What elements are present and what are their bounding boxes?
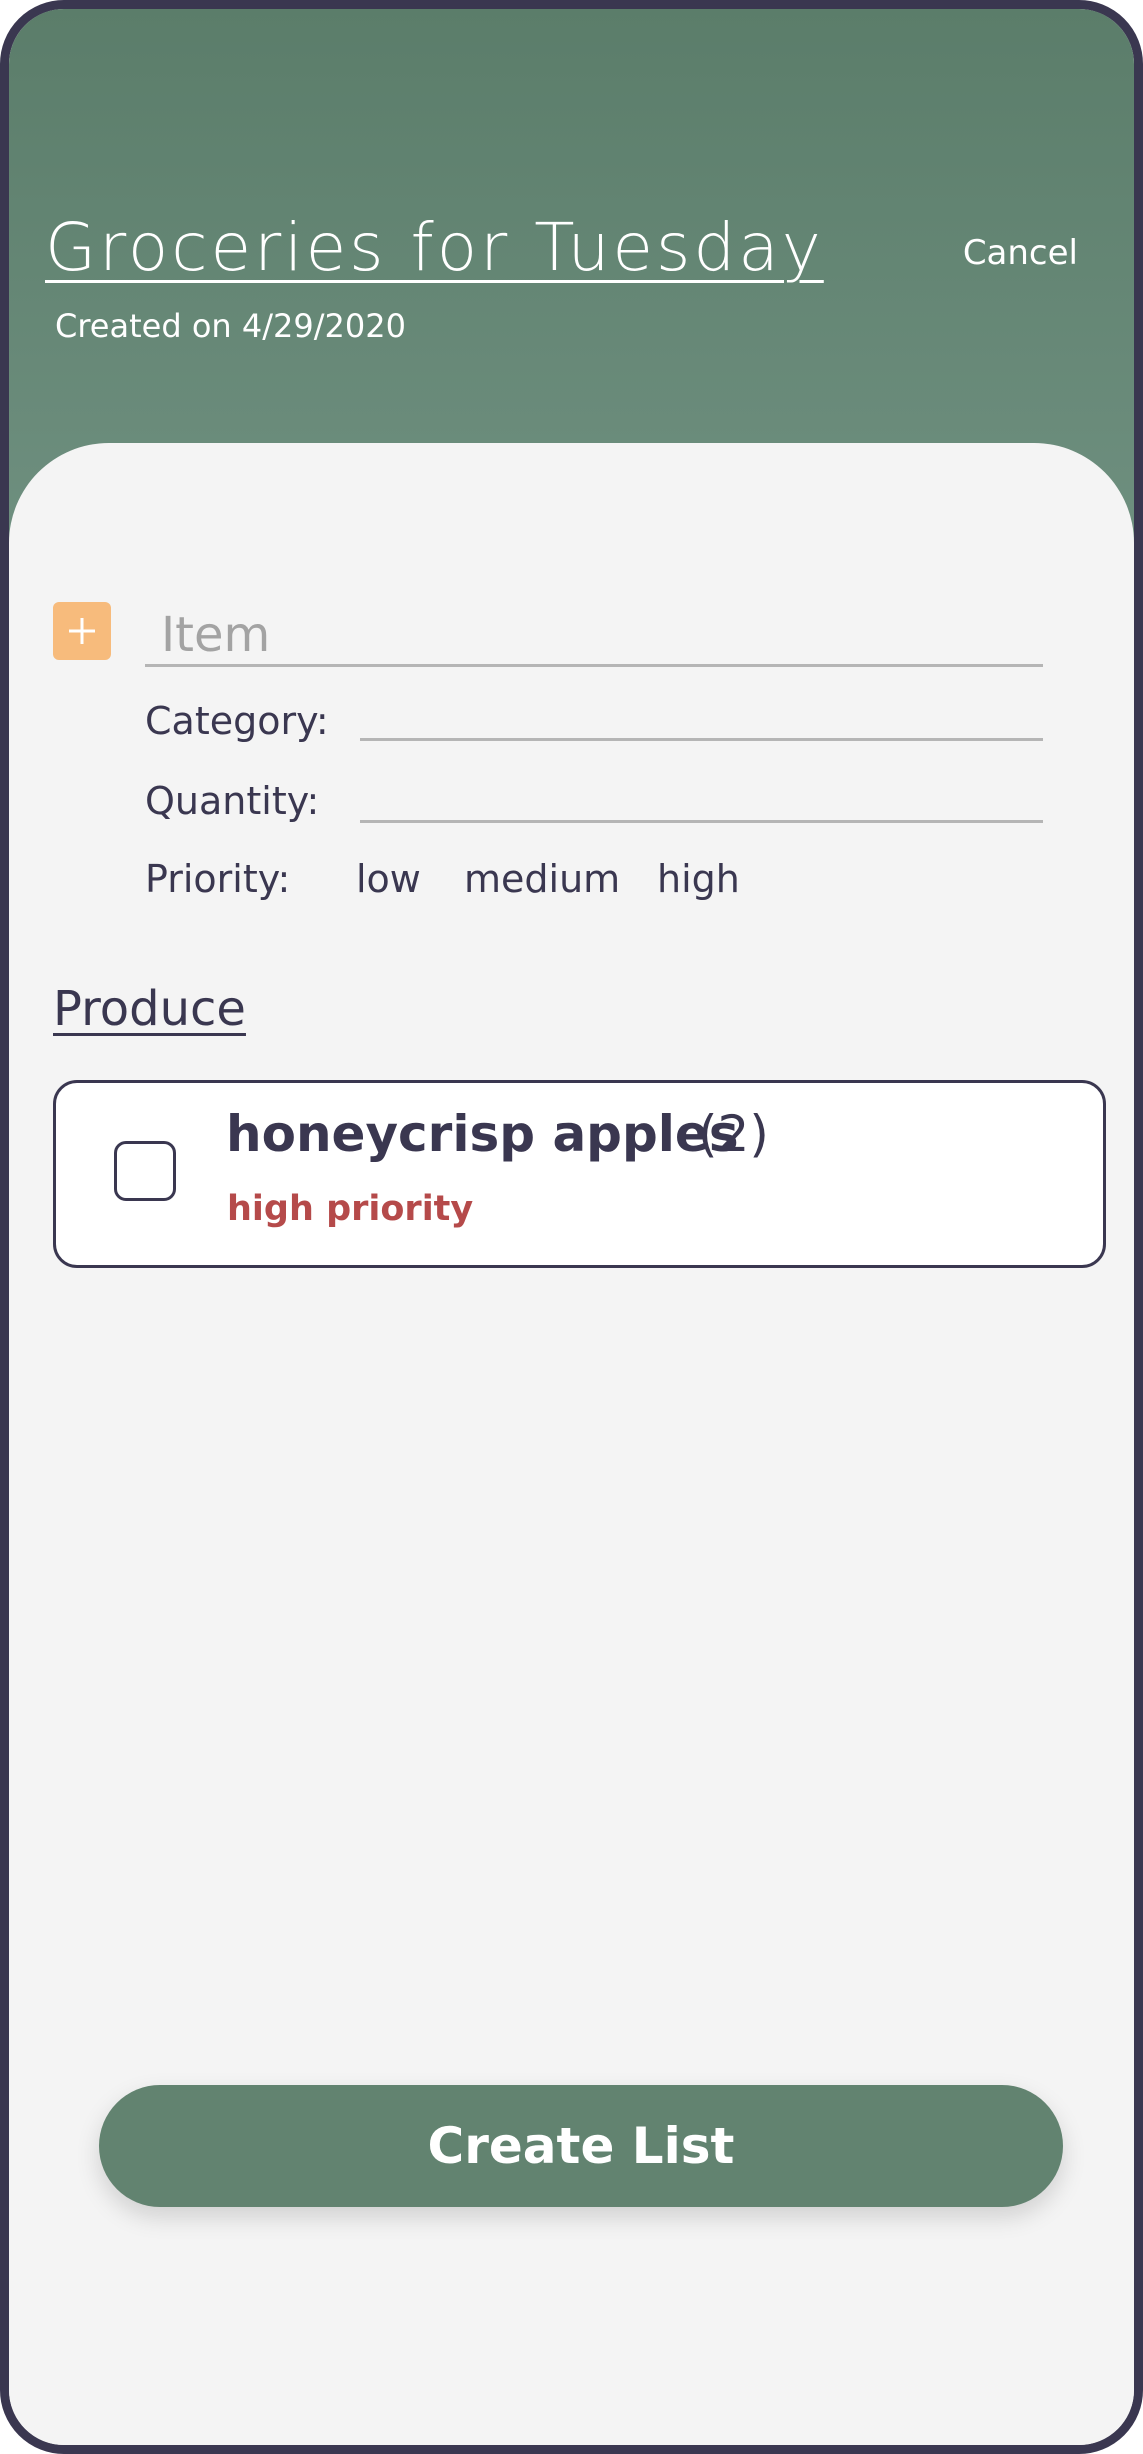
priority-option-low[interactable]: low bbox=[356, 857, 421, 901]
quantity-field[interactable] bbox=[360, 779, 1043, 823]
plus-icon bbox=[69, 618, 95, 644]
page-title[interactable]: Groceries for Tuesday bbox=[45, 209, 824, 286]
quantity-label: Quantity: bbox=[145, 779, 320, 823]
priority-option-medium[interactable]: medium bbox=[464, 857, 620, 901]
category-label: Category: bbox=[145, 699, 329, 743]
item-input[interactable] bbox=[145, 605, 1043, 667]
created-date: Created on 4/29/2020 bbox=[55, 307, 406, 345]
create-list-button[interactable]: Create List bbox=[99, 2085, 1063, 2207]
priority-option-high[interactable]: high bbox=[657, 857, 740, 901]
item-checkbox[interactable] bbox=[114, 1141, 176, 1201]
priority-label: Priority: bbox=[145, 857, 291, 901]
phone-frame: Groceries for Tuesday Created on 4/29/20… bbox=[0, 0, 1143, 2454]
add-item-button[interactable] bbox=[53, 602, 111, 660]
cancel-button[interactable]: Cancel bbox=[963, 233, 1078, 273]
item-quantity: (2) bbox=[698, 1105, 769, 1163]
list-item[interactable]: honeycrisp apples (2) high priority bbox=[53, 1080, 1106, 1268]
item-name: honeycrisp apples bbox=[226, 1105, 739, 1163]
item-priority-badge: high priority bbox=[227, 1189, 474, 1229]
section-title-produce: Produce bbox=[53, 981, 246, 1037]
category-field[interactable] bbox=[360, 697, 1043, 741]
